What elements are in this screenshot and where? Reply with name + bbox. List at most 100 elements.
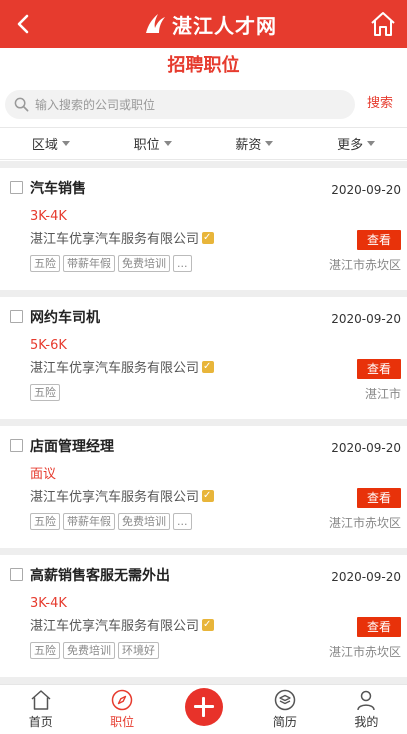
divider [0,290,407,297]
job-tag: 免费培训 [118,513,170,530]
job-tags: 五险 [30,384,63,401]
job-title[interactable]: 高薪销售客服无需外出 [30,566,170,586]
bottom-nav: 首页 职位 简历 我的 [0,684,407,734]
company-name[interactable]: 湛江车优享汽车服务有限公司 [30,229,215,249]
view-button[interactable]: 查看 [357,488,401,508]
select-checkbox[interactable] [10,568,23,581]
filter-label: 区域 [31,138,58,153]
user-icon [357,690,376,711]
job-title[interactable]: 网约车司机 [30,308,100,328]
filter-label: 薪资 [235,138,262,153]
divider [0,161,407,168]
job-tag: 免费培训 [118,255,170,272]
job-card[interactable]: 高薪销售客服无需外出 2020-09-20 3K-4K 湛江车优享汽车服务有限公… [0,562,407,684]
nav-label: 职位 [110,715,135,729]
job-tag: 免费培训 [63,642,115,659]
company-name-text: 湛江车优享汽车服务有限公司 [30,619,200,634]
job-tags: 五险 带薪年假 免费培训 ... [30,513,195,530]
nav-jobs[interactable]: 职位 [81,685,162,734]
caret-down-icon [61,141,70,146]
job-tag: 环境好 [118,642,159,659]
job-tag: 五险 [30,255,60,272]
divider [0,677,407,684]
view-button[interactable]: 查看 [357,230,401,250]
job-card[interactable]: 店面管理经理 2020-09-20 面议 湛江车优享汽车服务有限公司 查看 五险… [0,433,407,555]
nav-profile[interactable]: 我的 [326,685,407,734]
site-name: 湛江人才网 [172,13,277,38]
top-bar: 湛江人才网 [0,0,407,48]
job-date: 2020-09-20 [331,441,401,455]
site-logo: 湛江人才网 [142,9,277,39]
verified-icon [202,358,215,376]
filter-label: 更多 [337,138,364,153]
job-salary: 3K-4K [30,596,67,611]
divider [0,548,407,555]
chevron-left-icon[interactable] [12,12,36,36]
company-name-text: 湛江车优享汽车服务有限公司 [30,232,200,247]
company-name[interactable]: 湛江车优享汽车服务有限公司 [30,616,215,636]
filter-more[interactable]: 更多 [305,128,407,159]
job-tag: 五险 [30,384,60,401]
caret-down-icon [367,141,376,146]
search-input[interactable] [35,90,345,119]
nav-label: 简历 [272,715,297,729]
search-box [5,90,355,119]
filter-bar: 区域 职位 薪资 更多 [0,127,407,160]
job-tag-more: ... [173,255,192,272]
resume-icon [274,689,296,711]
company-name[interactable]: 湛江车优享汽车服务有限公司 [30,487,215,507]
company-name[interactable]: 湛江车优享汽车服务有限公司 [30,358,215,378]
filter-region[interactable]: 区域 [0,128,102,159]
verified-icon [202,229,215,247]
caret-down-icon [163,141,172,146]
job-tag: 带薪年假 [63,255,115,272]
search-button[interactable]: 搜索 [367,94,393,114]
select-checkbox[interactable] [10,310,23,323]
search-icon [14,97,29,112]
divider [0,419,407,426]
job-title[interactable]: 店面管理经理 [30,437,114,457]
caret-down-icon [265,141,274,146]
job-tag: 带薪年假 [63,513,115,530]
job-salary: 5K-6K [30,338,67,353]
job-tag: 五险 [30,513,60,530]
job-card[interactable]: 网约车司机 2020-09-20 5K-6K 湛江车优享汽车服务有限公司 查看 … [0,304,407,426]
verified-icon [202,487,215,505]
job-date: 2020-09-20 [331,312,401,326]
nav-publish[interactable] [163,685,244,734]
compass-icon [111,689,133,711]
view-button[interactable]: 查看 [357,617,401,637]
company-name-text: 湛江车优享汽车服务有限公司 [30,490,200,505]
job-card[interactable]: 汽车销售 2020-09-20 3K-4K 湛江车优享汽车服务有限公司 查看 五… [0,175,407,297]
company-name-text: 湛江车优享汽车服务有限公司 [30,361,200,376]
select-checkbox[interactable] [10,439,23,452]
job-date: 2020-09-20 [331,183,401,197]
page-title: 招聘职位 [167,55,240,76]
job-salary: 3K-4K [30,209,67,224]
job-location: 湛江市赤坎区 [328,516,401,530]
nav-resume[interactable]: 简历 [244,685,325,734]
nav-label: 我的 [354,715,379,729]
nav-label: 首页 [28,715,53,729]
filter-position[interactable]: 职位 [102,128,204,159]
logo-flame-icon [146,14,165,33]
home-icon[interactable] [369,10,397,38]
job-location: 湛江市赤坎区 [328,258,401,272]
job-location: 湛江市 [364,387,401,401]
verified-icon [202,616,215,634]
filter-salary[interactable]: 薪资 [204,128,306,159]
plus-icon[interactable] [184,688,223,726]
job-tags: 五险 带薪年假 免费培训 ... [30,255,195,272]
home-icon [31,690,51,710]
job-location: 湛江市赤坎区 [328,645,401,659]
job-tag: 五险 [30,642,60,659]
job-tag-more: ... [173,513,192,530]
job-title[interactable]: 汽车销售 [30,179,86,199]
select-checkbox[interactable] [10,181,23,194]
job-salary: 面议 [30,467,57,482]
job-date: 2020-09-20 [331,570,401,584]
view-button[interactable]: 查看 [357,359,401,379]
nav-home[interactable]: 首页 [0,685,81,734]
filter-label: 职位 [133,138,160,153]
job-tags: 五险 免费培训 环境好 [30,642,162,659]
